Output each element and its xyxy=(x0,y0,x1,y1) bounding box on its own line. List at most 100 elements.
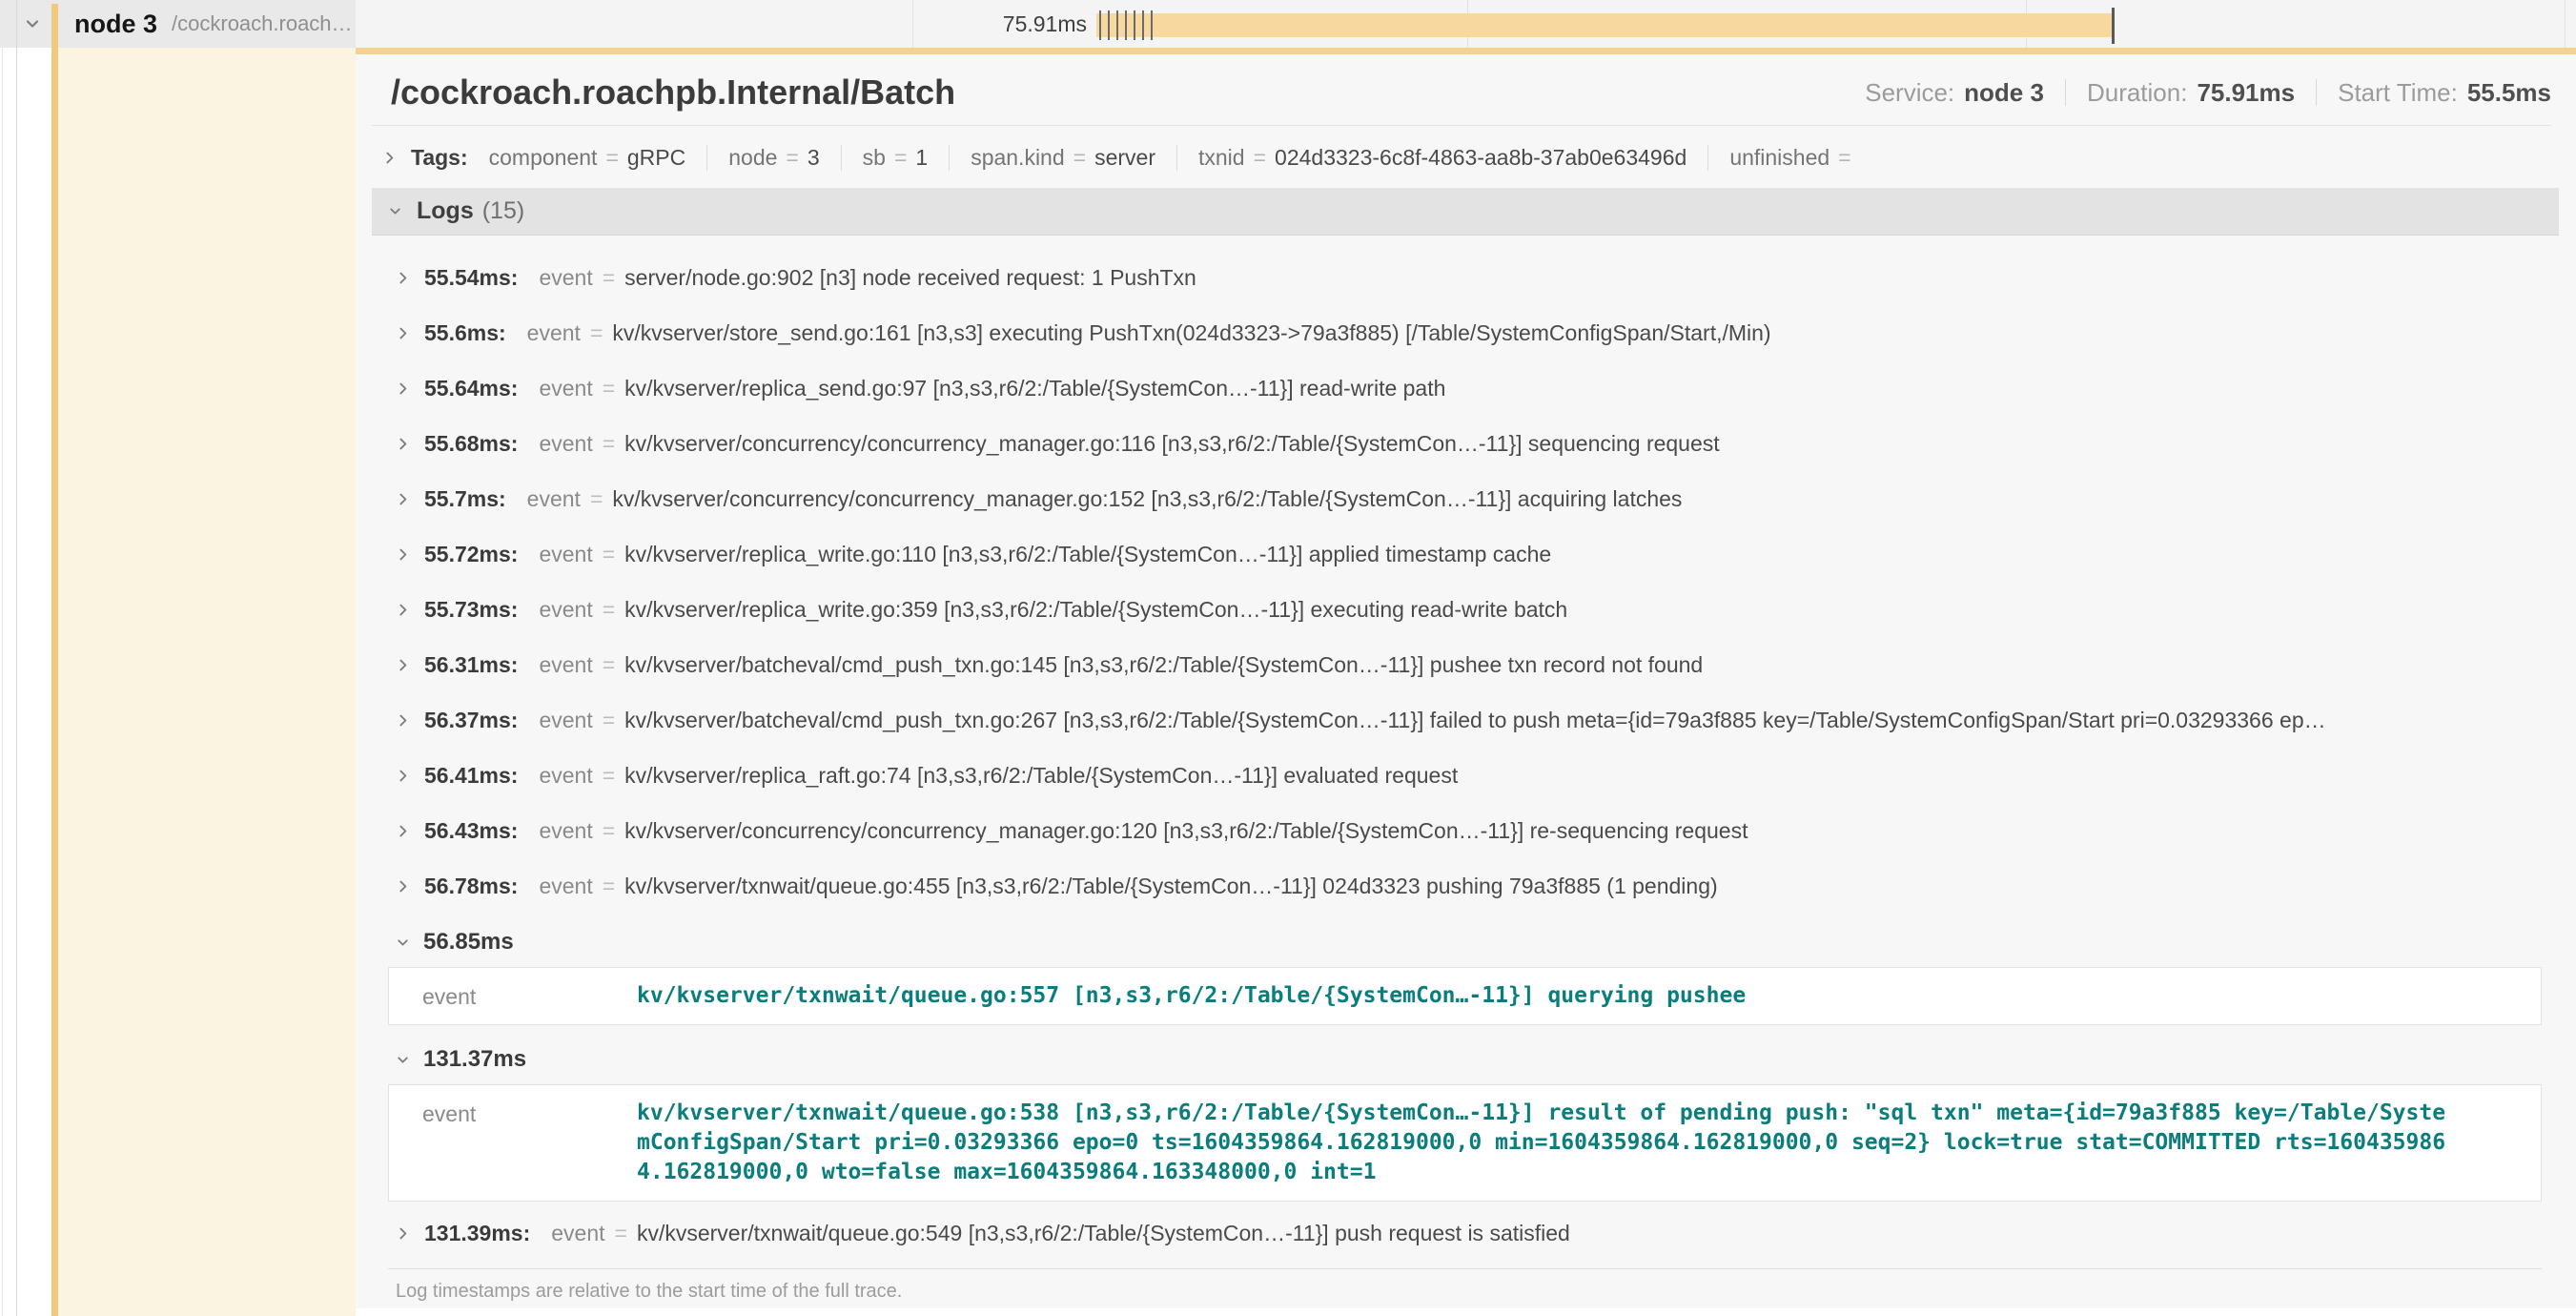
equals-sign: = xyxy=(603,265,615,291)
log-row[interactable]: 56.43ms: event = kv/kvserver/concurrency… xyxy=(372,803,2559,858)
log-field-key: event xyxy=(422,1099,637,1187)
log-row-expanded-header[interactable]: 131.37ms xyxy=(372,1038,2559,1080)
log-row[interactable]: 56.78ms: event = kv/kvserver/txnwait/que… xyxy=(372,858,2559,914)
chevron-right-icon xyxy=(395,436,411,452)
tag-item: txnid = 024d3323-6c8f-4863-aa8b-37ab0e63… xyxy=(1177,145,1708,171)
tag-value: server xyxy=(1094,145,1155,171)
log-field-value: kv/kvserver/txnwait/queue.go:549 [n3,s3,… xyxy=(637,1221,1570,1246)
log-row[interactable]: 55.68ms: event = kv/kvserver/concurrency… xyxy=(372,416,2559,471)
tag-value: 3 xyxy=(808,145,820,171)
logs-section-header[interactable]: Logs (15) xyxy=(372,188,2559,236)
chevron-down-icon xyxy=(395,935,411,951)
tag-value: gRPC xyxy=(627,145,685,171)
log-list: 55.54ms: event = server/node.go:902 [n3]… xyxy=(356,236,2576,1303)
log-field-key: event xyxy=(539,376,592,401)
equals-sign: = xyxy=(603,652,615,678)
start-time-value: 55.5ms xyxy=(2467,78,2551,108)
equals-sign: = xyxy=(894,145,907,171)
log-row[interactable]: 55.54ms: event = server/node.go:902 [n3]… xyxy=(372,250,2559,305)
log-timestamp: 56.31ms: xyxy=(424,652,518,678)
chevron-right-icon[interactable] xyxy=(381,150,398,166)
log-field-key: event xyxy=(539,431,592,457)
chevron-right-icon xyxy=(395,325,411,341)
trace-span-detail-view: node 3 /cockroach.roach… 75.91ms /cockro… xyxy=(0,0,2576,1316)
log-field-key: event xyxy=(539,818,592,844)
span-duration-label: 75.91ms xyxy=(915,0,1087,48)
equals-sign: = xyxy=(603,542,615,567)
log-field-key: event xyxy=(551,1221,604,1246)
log-field-value: kv/kvserver/concurrency/concurrency_mana… xyxy=(624,818,1748,844)
log-field-key: event xyxy=(539,708,592,733)
log-field-key: event xyxy=(527,320,581,346)
tag-key: component xyxy=(489,145,598,171)
span-color-strip xyxy=(51,4,58,1316)
log-row[interactable]: 56.31ms: event = kv/kvserver/batcheval/c… xyxy=(372,637,2559,692)
tag-value: 1 xyxy=(915,145,928,171)
tag-key: sb xyxy=(863,145,886,171)
span-row[interactable]: node 3 /cockroach.roach… 75.91ms xyxy=(0,0,2576,48)
log-field-value: kv/kvserver/txnwait/queue.go:538 [n3,s3,… xyxy=(637,1099,2448,1187)
equals-sign: = xyxy=(605,145,618,171)
log-field-value: kv/kvserver/replica_write.go:110 [n3,s3,… xyxy=(624,542,1551,567)
tag-key: unfinished xyxy=(1729,145,1830,171)
span-indent-background xyxy=(58,48,356,1316)
meta-separator xyxy=(2065,79,2066,106)
chevron-right-icon xyxy=(395,712,411,729)
log-timestamp: 55.6ms: xyxy=(424,320,506,346)
log-timestamp: 55.54ms: xyxy=(424,265,518,291)
equals-sign: = xyxy=(615,1221,627,1246)
page-title: /cockroach.roachpb.Internal/Batch xyxy=(391,72,955,113)
tree-indent-guide xyxy=(2,48,3,1316)
span-detail-panel: /cockroach.roachpb.Internal/Batch Servic… xyxy=(356,48,2576,1308)
chevron-right-icon xyxy=(395,878,411,894)
tag-item: component = gRPC xyxy=(468,145,708,171)
log-row[interactable]: 55.6ms: event = kv/kvserver/store_send.g… xyxy=(372,305,2559,360)
equals-sign: = xyxy=(603,874,615,899)
span-operation-name: /cockroach.roach… xyxy=(172,11,353,36)
log-field-value: kv/kvserver/batcheval/cmd_push_txn.go:14… xyxy=(624,652,1703,678)
log-field-key: event xyxy=(539,542,592,567)
tags-toggle-row[interactable]: Tags: component = gRPC node = 3 sb = 1 s… xyxy=(356,126,2576,171)
log-row[interactable]: 56.41ms: event = kv/kvserver/replica_raf… xyxy=(372,748,2559,803)
tag-item: span.kind = server xyxy=(950,145,1177,171)
log-detail-table: event kv/kvserver/txnwait/queue.go:557 [… xyxy=(388,967,2542,1025)
log-row[interactable]: 55.73ms: event = kv/kvserver/replica_wri… xyxy=(372,582,2559,637)
log-row[interactable]: 56.37ms: event = kv/kvserver/batcheval/c… xyxy=(372,692,2559,748)
chevron-down-icon xyxy=(395,1052,411,1068)
equals-sign: = xyxy=(590,486,603,512)
chevron-down-icon[interactable] xyxy=(23,14,42,33)
log-row[interactable]: 131.39ms: event = kv/kvserver/txnwait/qu… xyxy=(372,1205,2559,1261)
log-field-key: event xyxy=(422,981,637,1011)
log-row[interactable]: 55.7ms: event = kv/kvserver/concurrency/… xyxy=(372,471,2559,526)
tag-key: node xyxy=(728,145,777,171)
log-field-value: kv/kvserver/replica_raft.go:74 [n3,s3,r6… xyxy=(624,763,1458,789)
span-duration-bar[interactable] xyxy=(1096,13,2114,37)
span-meta: Service: node 3 Duration: 75.91ms Start … xyxy=(1865,78,2551,108)
log-timestamp: 55.68ms: xyxy=(424,431,518,457)
chevron-right-icon xyxy=(395,1225,411,1242)
equals-sign: = xyxy=(603,708,615,733)
log-field-key: event xyxy=(539,597,592,623)
log-timestamp: 131.37ms xyxy=(423,1046,526,1073)
duration-value: 75.91ms xyxy=(2197,78,2295,108)
chevron-down-icon[interactable] xyxy=(387,203,403,219)
span-service-name: node 3 xyxy=(74,10,157,39)
chevron-right-icon xyxy=(395,657,411,673)
log-field-value: kv/kvserver/txnwait/queue.go:557 [n3,s3,… xyxy=(637,981,2448,1011)
log-field-key: event xyxy=(527,486,581,512)
chevron-right-icon xyxy=(395,270,411,286)
equals-sign: = xyxy=(603,597,615,623)
log-field-value: kv/kvserver/store_send.go:161 [n3,s3] ex… xyxy=(612,320,1770,346)
log-row[interactable]: 55.72ms: event = kv/kvserver/replica_wri… xyxy=(372,526,2559,582)
log-timestamp: 55.7ms: xyxy=(424,486,506,512)
log-field-value: kv/kvserver/batcheval/cmd_push_txn.go:26… xyxy=(624,708,2325,733)
log-timestamp: 55.72ms: xyxy=(424,542,518,567)
logs-count: (15) xyxy=(482,197,524,225)
log-field-value: kv/kvserver/replica_send.go:97 [n3,s3,r6… xyxy=(624,376,1445,401)
log-row[interactable]: 55.64ms: event = kv/kvserver/replica_sen… xyxy=(372,360,2559,416)
log-timestamp: 56.85ms xyxy=(423,929,514,956)
log-field-value: kv/kvserver/concurrency/concurrency_mana… xyxy=(624,431,1719,457)
log-timestamp: 56.78ms: xyxy=(424,874,518,899)
log-row-expanded-header[interactable]: 56.85ms xyxy=(372,921,2559,963)
log-field-value: kv/kvserver/txnwait/queue.go:455 [n3,s3,… xyxy=(624,874,1718,899)
